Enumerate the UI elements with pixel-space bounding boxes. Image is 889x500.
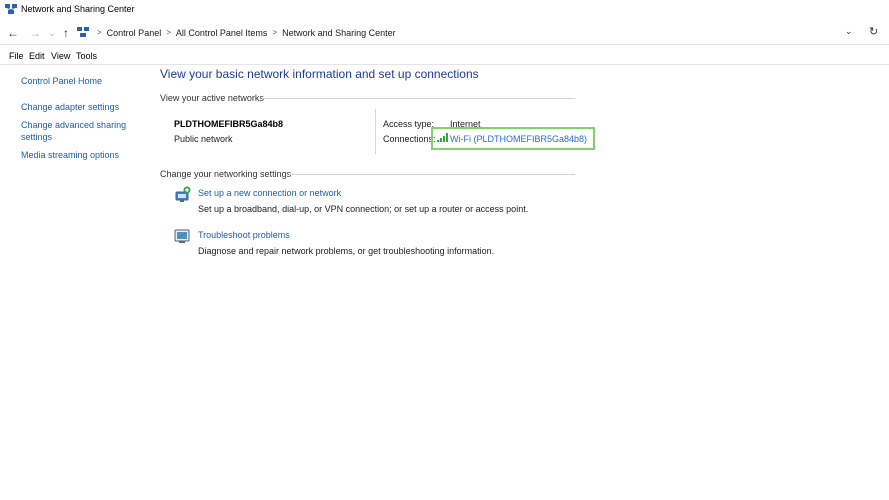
section-divider: [289, 174, 575, 175]
refresh-button[interactable]: ↻: [869, 25, 878, 38]
breadcrumb-separator-icon[interactable]: >: [97, 28, 102, 38]
breadcrumb-separator-icon[interactable]: >: [166, 28, 171, 38]
forward-button[interactable]: →: [27, 25, 43, 41]
page-title: View your basic network information and …: [160, 67, 479, 81]
change-advanced-sharing-link[interactable]: Change advanced sharing: [21, 119, 126, 131]
access-type-label: Access type:: [383, 119, 435, 129]
troubleshoot-problems-description: Diagnose and repair network problems, or…: [198, 246, 495, 256]
menu-tools[interactable]: Tools: [76, 51, 97, 61]
window-title: Network and Sharing Center: [21, 4, 135, 14]
back-button[interactable]: ←: [5, 25, 21, 41]
active-networks-heading: View your active networks: [160, 93, 264, 103]
menu-edit[interactable]: Edit: [29, 51, 45, 61]
control-panel-icon: [77, 26, 89, 40]
breadcrumb-network-center[interactable]: Network and Sharing Center: [282, 28, 396, 38]
menu-bar: File Edit View Tools: [0, 47, 889, 65]
section-divider: [262, 98, 575, 99]
media-streaming-options-link[interactable]: Media streaming options: [21, 149, 119, 161]
network-type[interactable]: Public network: [174, 134, 233, 144]
menu-view[interactable]: View: [51, 51, 70, 61]
address-field[interactable]: > Control Panel > All Control Panel Item…: [72, 23, 861, 43]
address-dropdown-chevron-icon[interactable]: ⌄: [845, 26, 853, 37]
vertical-divider: [375, 109, 376, 154]
menu-file[interactable]: File: [9, 51, 24, 61]
network-name: PLDTHOMEFIBR5Ga84b8: [174, 119, 284, 129]
change-adapter-settings-link[interactable]: Change adapter settings: [21, 101, 119, 113]
new-connection-icon: [174, 186, 191, 205]
change-settings-heading: Change your networking settings: [160, 169, 292, 179]
address-bar: ← → ⌄ ↑ > Control Panel > All Control Pa…: [0, 22, 889, 45]
troubleshoot-problems-link[interactable]: Troubleshoot problems: [198, 230, 290, 240]
setup-new-connection-link[interactable]: Set up a new connection or network: [198, 188, 341, 198]
title-bar: Network and Sharing Center: [0, 0, 889, 19]
troubleshoot-icon: [174, 229, 191, 246]
connections-label: Connections:: [383, 134, 436, 144]
breadcrumb-separator-icon[interactable]: >: [272, 28, 277, 38]
breadcrumb: > Control Panel > All Control Panel Item…: [92, 28, 396, 38]
wifi-signal-icon: [437, 133, 448, 144]
wifi-connection-link[interactable]: Wi-Fi (PLDTHOMEFIBR5Ga84b8): [450, 134, 587, 144]
control-panel-home-link[interactable]: Control Panel Home: [21, 75, 102, 87]
network-app-icon: [5, 3, 17, 17]
change-advanced-sharing-link-line2[interactable]: settings: [21, 131, 52, 143]
breadcrumb-control-panel[interactable]: Control Panel: [107, 28, 162, 38]
setup-new-connection-description: Set up a broadband, dial-up, or VPN conn…: [198, 204, 529, 214]
breadcrumb-all-items[interactable]: All Control Panel Items: [176, 28, 268, 38]
